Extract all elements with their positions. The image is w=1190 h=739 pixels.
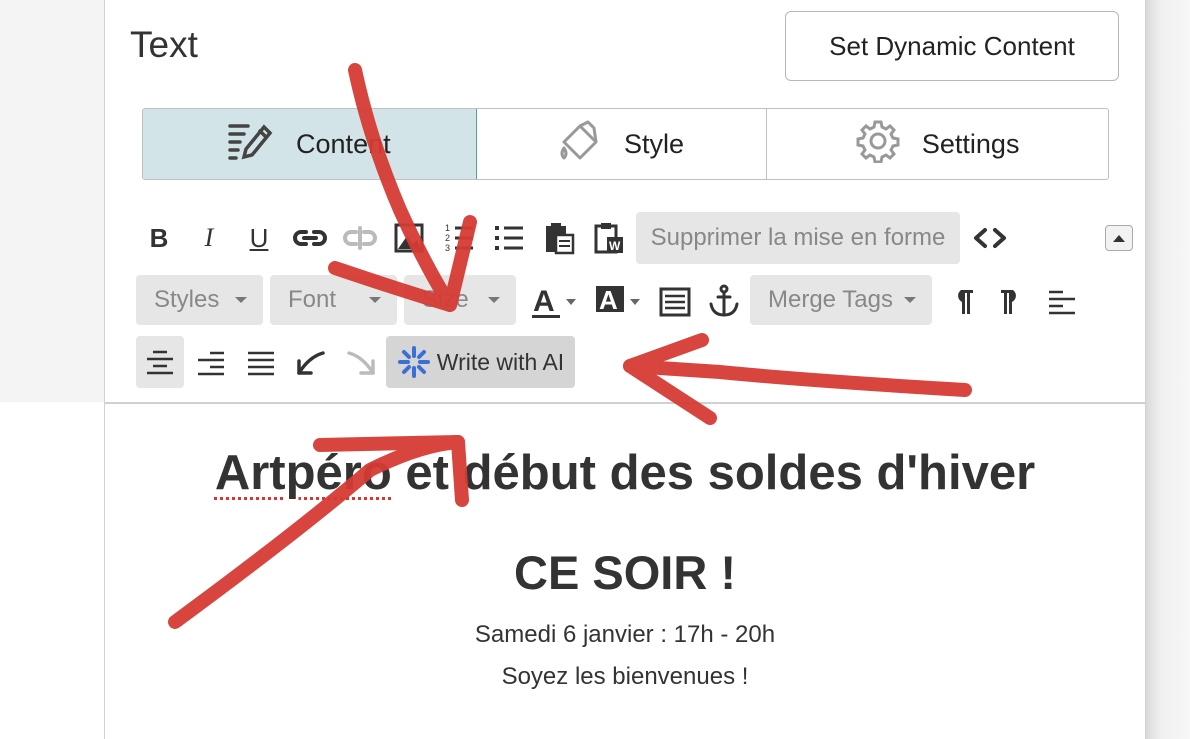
write-with-ai-label: Write with AI (436, 348, 565, 375)
bulleted-list-icon[interactable] (491, 220, 527, 256)
left-background (0, 0, 104, 402)
size-dropdown-label: Size (422, 286, 469, 313)
collapse-toolbar-button[interactable] (1105, 225, 1133, 251)
align-left-icon[interactable] (1043, 284, 1081, 320)
image-icon[interactable] (391, 220, 427, 256)
chevron-down-icon (369, 297, 381, 303)
styles-dropdown-label: Styles (154, 286, 220, 313)
svg-text:3: 3 (445, 243, 450, 253)
remove-format-button[interactable]: Supprimer la mise en forme (636, 212, 960, 264)
set-dynamic-content-button[interactable]: Set Dynamic Content (785, 11, 1119, 81)
toolbar-divider (105, 402, 1145, 404)
email-heading: Artpéro et début des soldes d'hiver (105, 445, 1145, 501)
right-background (1145, 0, 1190, 739)
unlink-icon[interactable] (341, 222, 379, 254)
paint-bucket-icon (558, 120, 602, 169)
text-block-editor-panel: Text Set Dynamic Content Content Style S… (104, 0, 1146, 739)
panel-title: Text (130, 24, 198, 65)
tab-style[interactable]: Style (476, 109, 768, 179)
svg-text:A: A (533, 285, 555, 318)
link-icon[interactable] (291, 222, 329, 254)
text-color-icon[interactable]: A (529, 282, 579, 322)
heading-rest: et début des soldes d'hiver (391, 446, 1036, 500)
event-date-line: Samedi 6 janvier : 17h - 20h (474, 621, 776, 648)
align-right-icon[interactable] (191, 346, 231, 380)
svg-text:2: 2 (445, 233, 450, 243)
justify-icon[interactable] (241, 346, 281, 380)
align-center-button[interactable] (136, 336, 184, 388)
edit-lines-icon (228, 121, 274, 168)
ai-sparkle-icon (397, 345, 431, 379)
styles-dropdown[interactable]: Styles (136, 275, 263, 325)
italic-button[interactable]: I (191, 222, 227, 254)
merge-tags-label: Merge Tags (768, 286, 893, 313)
gear-icon (856, 119, 900, 170)
horizontal-rule-icon[interactable] (657, 284, 693, 320)
chevron-down-icon (235, 297, 247, 303)
write-with-ai-button[interactable]: Write with AI (386, 336, 575, 388)
font-dropdown-label: Font (288, 286, 337, 313)
svg-text:W: W (609, 239, 621, 253)
background-color-icon[interactable]: A (593, 282, 643, 322)
bold-button[interactable]: B (141, 222, 177, 254)
tab-content[interactable]: Content (143, 109, 477, 179)
merge-tags-dropdown[interactable]: Merge Tags (750, 275, 932, 325)
welcome-line: Soyez les bienvenues ! (501, 663, 749, 690)
font-dropdown[interactable]: Font (270, 275, 397, 325)
misspelled-word: Artpéro (214, 446, 392, 500)
size-dropdown[interactable]: Size (404, 275, 516, 325)
undo-icon[interactable] (291, 346, 331, 380)
chevron-down-icon (488, 297, 500, 303)
paste-icon[interactable] (541, 220, 577, 256)
tab-content-label: Content (296, 128, 391, 159)
paragraph-ltr-icon[interactable] (945, 284, 981, 320)
svg-text:1: 1 (445, 223, 450, 233)
numbered-list-icon[interactable]: 123 (441, 220, 477, 256)
svg-text:A: A (599, 285, 618, 315)
chevron-down-icon (904, 297, 916, 303)
tab-style-label: Style (623, 128, 685, 159)
tab-settings[interactable]: Settings (767, 109, 1108, 179)
paragraph-rtl-icon[interactable] (993, 284, 1029, 320)
email-subheading: CE SOIR ! (514, 546, 736, 599)
redo-icon[interactable] (341, 346, 381, 380)
editor-tabs: Content Style Settings (142, 108, 1109, 180)
underline-button[interactable]: U (241, 222, 277, 254)
source-code-icon[interactable] (971, 222, 1009, 254)
tab-settings-label: Settings (921, 128, 1020, 159)
anchor-icon[interactable] (705, 282, 743, 320)
paste-from-word-icon[interactable]: W (591, 220, 627, 256)
